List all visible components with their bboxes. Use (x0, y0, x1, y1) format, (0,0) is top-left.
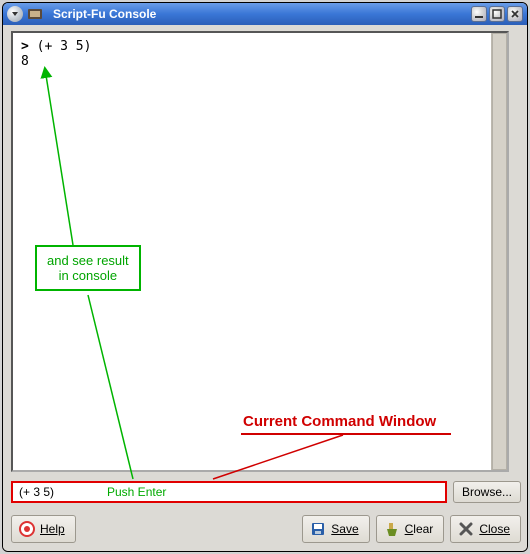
maximize-icon (492, 9, 502, 19)
minimize-icon (474, 9, 484, 19)
save-button[interactable]: Save (302, 515, 369, 543)
titlebar: Script-Fu Console (3, 3, 527, 25)
console-prompt: > (21, 39, 29, 54)
cmd-window-annotation: Current Command Window (243, 413, 436, 430)
push-enter-annotation: Push Enter (107, 485, 166, 499)
window-title: Script-Fu Console (53, 7, 156, 21)
console-result: 8 (21, 54, 29, 69)
window-menu-button[interactable] (7, 6, 23, 22)
console-text: > (+ 3 5) 8 (21, 39, 91, 69)
close-button[interactable]: Close (450, 515, 521, 543)
clear-label-rest: lear (413, 522, 433, 536)
clear-icon (383, 520, 401, 538)
close-icon (510, 9, 520, 19)
bottom-button-row: Help Save Clear Close (11, 513, 521, 545)
console-echo: (+ 3 5) (37, 39, 92, 54)
minimize-button[interactable] (471, 6, 487, 22)
window-frame: Script-Fu Console > (+ 3 5) 8 (2, 2, 528, 552)
cmd-window-underline (241, 433, 451, 435)
close-button-icon (457, 520, 475, 538)
result-annotation-l1: and see result (47, 253, 129, 268)
help-label: Help (40, 522, 65, 536)
result-annotation-box: and see result in console (35, 245, 141, 291)
titlebar-controls (471, 6, 523, 22)
result-annotation-l2: in console (47, 268, 129, 283)
chevron-down-icon (11, 10, 19, 18)
browse-button[interactable]: Browse... (453, 481, 521, 503)
clear-button[interactable]: Clear (376, 515, 445, 543)
scrollbar-thumb[interactable] (492, 33, 507, 470)
command-input[interactable] (17, 484, 77, 500)
help-icon (18, 520, 36, 538)
command-row: Push Enter Browse... (11, 479, 521, 505)
save-icon (309, 520, 327, 538)
client-area: > (+ 3 5) 8 Push Enter Browse... Help (3, 25, 527, 551)
close-label: Close (479, 522, 510, 536)
close-window-button[interactable] (507, 6, 523, 22)
app-icon (27, 6, 43, 22)
titlebar-left: Script-Fu Console (7, 6, 156, 22)
maximize-button[interactable] (489, 6, 505, 22)
command-input-wrap: Push Enter (11, 481, 447, 503)
save-label: Save (331, 522, 358, 536)
help-button[interactable]: Help (11, 515, 76, 543)
vertical-scrollbar[interactable] (491, 33, 507, 470)
